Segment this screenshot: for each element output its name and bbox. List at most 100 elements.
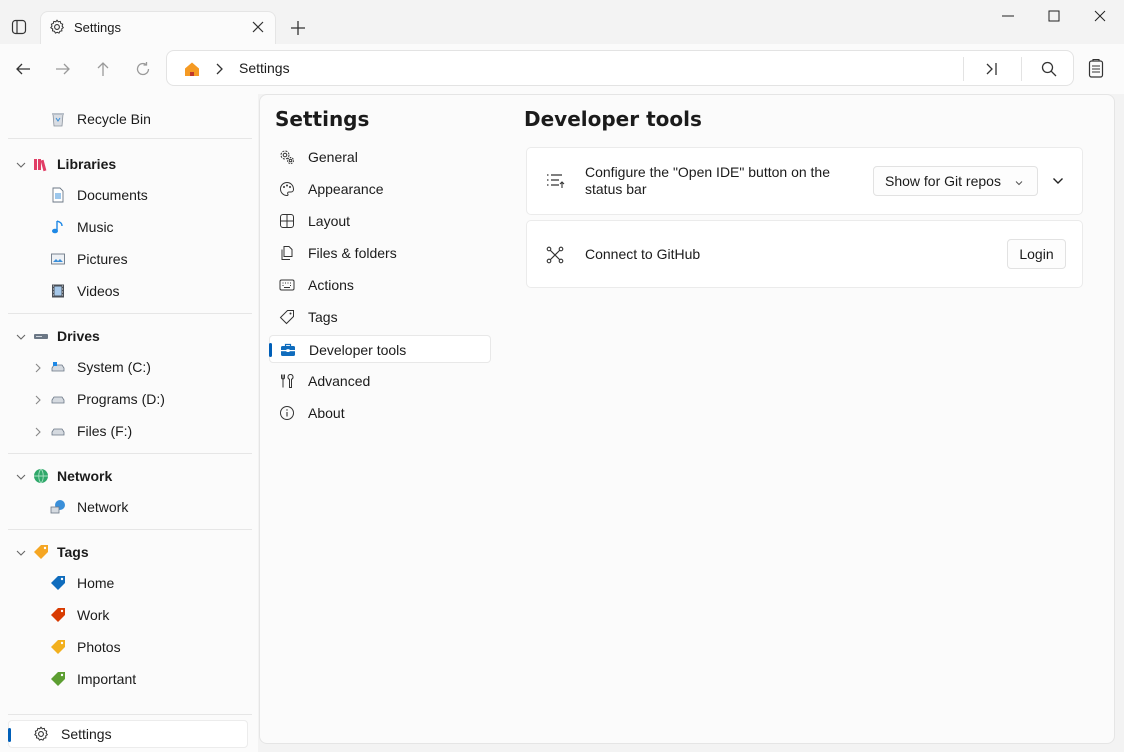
chevron-down-icon[interactable] xyxy=(15,330,27,342)
forward-icon[interactable] xyxy=(52,58,74,80)
settings-nav-label: Advanced xyxy=(308,373,371,389)
sidebar-section-libraries[interactable]: Libraries xyxy=(0,150,258,178)
chevron-down-icon[interactable] xyxy=(15,546,27,558)
close-icon[interactable] xyxy=(251,20,265,34)
sidebar-item-label: Home xyxy=(77,575,115,591)
settings-nav-label: Actions xyxy=(308,277,354,293)
tag-icon xyxy=(50,575,66,591)
list-settings-icon xyxy=(545,171,565,191)
tag-icon xyxy=(33,544,49,560)
drive-icon xyxy=(50,359,66,375)
refresh-icon[interactable] xyxy=(132,58,154,80)
up-icon[interactable] xyxy=(92,58,114,80)
sidebar-divider xyxy=(8,453,252,454)
close-window-icon[interactable] xyxy=(1090,6,1110,26)
drives-icon xyxy=(33,328,49,344)
maximize-icon[interactable] xyxy=(1044,6,1064,26)
minimize-icon[interactable] xyxy=(998,6,1018,26)
sidebar-item-pictures[interactable]: Pictures xyxy=(0,245,258,273)
search-icon[interactable] xyxy=(1039,59,1059,79)
chevron-right-icon[interactable] xyxy=(214,61,226,77)
sidebar-item-label: Programs (D:) xyxy=(77,391,165,407)
sidebar-item-label: Settings xyxy=(61,726,112,742)
settings-nav-about[interactable]: About xyxy=(269,399,491,427)
settings-nav-files-folders[interactable]: Files & folders xyxy=(269,239,491,267)
layout-icon xyxy=(279,213,295,229)
settings-nav-label: General xyxy=(308,149,358,165)
sidebar-section-drives[interactable]: Drives xyxy=(0,322,258,350)
keyboard-icon xyxy=(279,277,295,293)
settings-pane: Settings General Appearance Layout Files… xyxy=(259,94,1115,744)
sidebar-item-label: Videos xyxy=(77,283,120,299)
settings-nav-label: Appearance xyxy=(308,181,384,197)
chevron-down-icon[interactable] xyxy=(15,158,27,170)
music-icon xyxy=(50,219,66,235)
sidebar-item-tag-work[interactable]: Work xyxy=(0,601,258,629)
wrench-icon xyxy=(279,373,295,389)
sidebar-item-tag-home[interactable]: Home xyxy=(0,569,258,597)
sidebar: Recycle Bin Libraries Documents Music Pi… xyxy=(0,94,258,752)
sidepane-icon[interactable] xyxy=(9,17,29,37)
clipboard-icon[interactable] xyxy=(1086,58,1106,80)
tag-icon xyxy=(50,607,66,623)
sidebar-item-label: Recycle Bin xyxy=(77,111,151,127)
settings-nav-advanced[interactable]: Advanced xyxy=(269,367,491,395)
files-icon xyxy=(279,245,295,261)
settings-nav-label: Files & folders xyxy=(308,245,397,261)
tab-settings[interactable]: Settings xyxy=(40,11,276,44)
expand-chevron-icon[interactable] xyxy=(1051,174,1065,188)
chevron-right-icon[interactable] xyxy=(32,393,44,405)
sidebar-item-label: Documents xyxy=(77,187,148,203)
open-ide-setting-card: Configure the "Open IDE" button on the s… xyxy=(526,147,1083,215)
gear-icon xyxy=(49,19,65,35)
settings-nav-label: About xyxy=(308,405,345,421)
sidebar-item-recycle-bin[interactable]: Recycle Bin xyxy=(0,105,258,133)
tag-icon xyxy=(50,671,66,687)
skip-icon[interactable] xyxy=(982,59,1002,79)
sidebar-section-tags[interactable]: Tags xyxy=(0,538,258,566)
toolbox-icon xyxy=(280,342,296,358)
info-icon xyxy=(279,405,295,421)
selection-indicator xyxy=(269,343,272,357)
open-ide-dropdown[interactable]: Show for Git repos xyxy=(873,166,1038,196)
sidebar-item-tag-important[interactable]: Important xyxy=(0,665,258,693)
chevron-right-icon[interactable] xyxy=(32,425,44,437)
libraries-icon xyxy=(33,156,49,172)
sidebar-divider xyxy=(8,529,252,530)
home-icon[interactable] xyxy=(183,60,201,78)
sidebar-item-system-c[interactable]: System (C:) xyxy=(0,353,258,381)
login-button[interactable]: Login xyxy=(1007,239,1066,269)
sidebar-item-programs-d[interactable]: Programs (D:) xyxy=(0,385,258,413)
videos-icon xyxy=(50,283,66,299)
back-icon[interactable] xyxy=(12,58,34,80)
plus-icon[interactable] xyxy=(288,18,308,38)
settings-nav-actions[interactable]: Actions xyxy=(269,271,491,299)
address-bar[interactable]: Settings xyxy=(166,50,1074,86)
settings-nav-general[interactable]: General xyxy=(269,143,491,171)
page-title: Settings xyxy=(275,107,370,131)
tab-label: Settings xyxy=(74,20,121,35)
sidebar-item-network[interactable]: Network xyxy=(0,493,258,521)
github-label: Connect to GitHub xyxy=(585,246,701,262)
palette-icon xyxy=(279,181,295,197)
settings-nav-tags[interactable]: Tags xyxy=(269,303,491,331)
settings-nav-layout[interactable]: Layout xyxy=(269,207,491,235)
settings-nav-label: Layout xyxy=(308,213,351,229)
sidebar-item-label: System (C:) xyxy=(77,359,151,375)
sidebar-section-network[interactable]: Network xyxy=(0,462,258,490)
settings-nav-developer-tools[interactable]: Developer tools xyxy=(269,335,491,363)
chevron-down-icon[interactable] xyxy=(15,470,27,482)
title-bar: Settings xyxy=(0,0,1124,44)
sidebar-item-label: Tags xyxy=(57,544,89,560)
sidebar-divider xyxy=(8,714,252,715)
sidebar-item-label: Drives xyxy=(57,328,100,344)
sidebar-item-files-f[interactable]: Files (F:) xyxy=(0,417,258,445)
sidebar-item-settings[interactable]: Settings xyxy=(8,720,248,748)
sidebar-item-music[interactable]: Music xyxy=(0,213,258,241)
settings-nav-appearance[interactable]: Appearance xyxy=(269,175,491,203)
toolbar: Settings xyxy=(0,44,1124,94)
sidebar-item-videos[interactable]: Videos xyxy=(0,277,258,305)
sidebar-item-documents[interactable]: Documents xyxy=(0,181,258,209)
sidebar-item-tag-photos[interactable]: Photos xyxy=(0,633,258,661)
chevron-right-icon[interactable] xyxy=(32,361,44,373)
